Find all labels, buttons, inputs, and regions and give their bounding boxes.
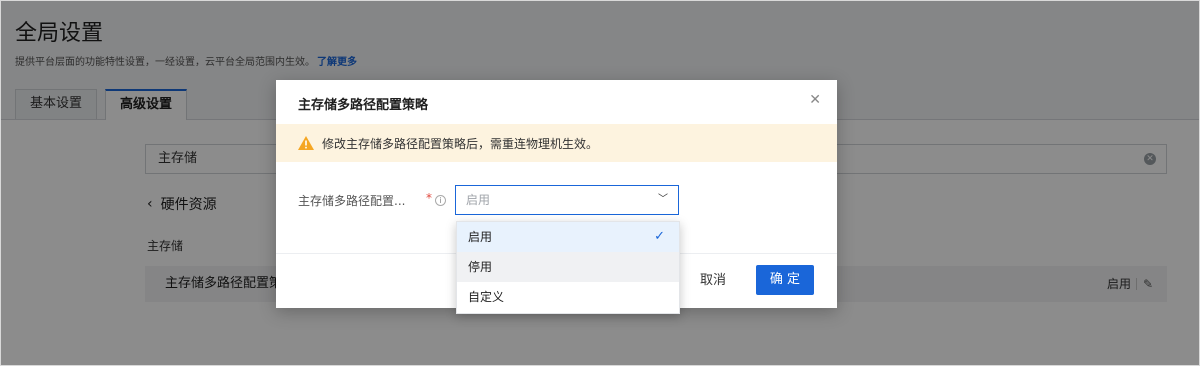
select-dropdown: 启用 ✓ 停用 自定义 bbox=[456, 221, 680, 314]
close-icon[interactable]: ✕ bbox=[809, 92, 821, 108]
check-icon: ✓ bbox=[654, 229, 665, 244]
select-placeholder: 启用 bbox=[466, 193, 491, 207]
warning-text: 修改主存储多路径配置策略后，需重连物理机生效。 bbox=[322, 136, 599, 151]
option-label: 停用 bbox=[468, 260, 493, 274]
info-icon[interactable]: i bbox=[435, 195, 446, 206]
option-label: 自定义 bbox=[468, 290, 505, 304]
option-custom[interactable]: 自定义 bbox=[457, 282, 679, 312]
ok-button[interactable]: 确 定 bbox=[756, 265, 814, 295]
modal-title: 主存储多路径配置策略 bbox=[298, 98, 429, 113]
chevron-down-icon: ﹀ bbox=[658, 194, 668, 205]
warning-icon bbox=[298, 136, 314, 150]
option-label: 启用 bbox=[468, 230, 493, 244]
required-mark: * bbox=[426, 191, 432, 205]
cancel-button[interactable]: 取消 bbox=[700, 266, 726, 296]
warning-banner: 修改主存储多路径配置策略后，需重连物理机生效。 bbox=[276, 124, 837, 162]
policy-select[interactable]: 启用 ﹀ bbox=[455, 185, 679, 215]
field-label: 主存储多路径配置... bbox=[298, 194, 406, 208]
option-enable[interactable]: 启用 ✓ bbox=[457, 222, 679, 252]
app-window: 全局设置 提供平台层面的功能特性设置，一经设置，云平台全局范围内生效。 了解更多 … bbox=[0, 0, 1200, 366]
option-disable[interactable]: 停用 bbox=[457, 252, 679, 282]
